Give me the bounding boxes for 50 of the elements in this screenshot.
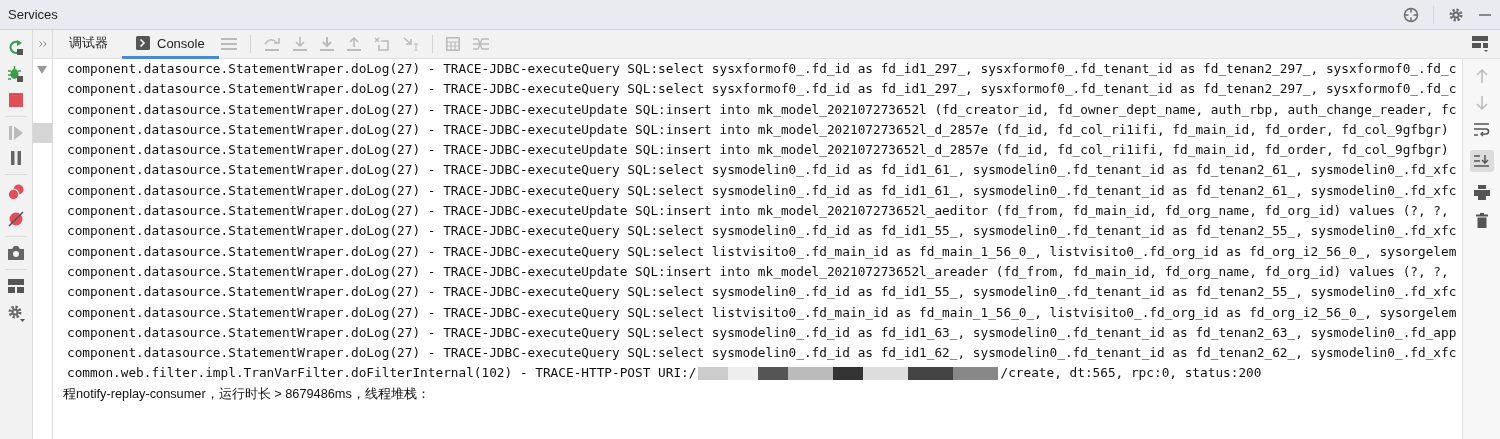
- expand-icon[interactable]: [38, 41, 47, 47]
- bug-icon[interactable]: [8, 66, 24, 82]
- calculator-icon[interactable]: [445, 37, 460, 51]
- log-line: component.datasource.StatementWraper.doLog(27) - TRACE-JDBC-executeUpdate SQL:insert into mk_model_202107273652l_d_2857e (fd_id, fd_col_ri1ifi, fd_main_id, fd_order, fd_col_9gfbgr): [66, 120, 1450, 139]
- log-line: component.datasource.StatementWraper.doLog(27) - TRACE-JDBC-executeQuery SQL:select listvisito0_.fd_main_id as fd_main_1_56_0_, listvisito0_.fd_org_id as fd_org_i2_56_0_, sysorgelem: [66, 242, 1458, 261]
- collapse-triangle-icon[interactable]: [37, 66, 47, 74]
- step-out-icon[interactable]: [346, 37, 361, 51]
- mute-breakpoints-icon[interactable]: [8, 211, 24, 227]
- camera-icon[interactable]: [8, 246, 24, 260]
- breakpoints-icon[interactable]: [8, 184, 24, 200]
- soft-wrap-icon[interactable]: [1473, 123, 1490, 137]
- settings-icon[interactable]: [1448, 6, 1464, 23]
- pause-icon[interactable]: [10, 151, 22, 165]
- tab[interactable]: Console: [122, 30, 219, 59]
- down-arrow-icon[interactable]: [1475, 96, 1488, 110]
- force-step-into-icon[interactable]: [319, 37, 334, 51]
- settings-icon[interactable]: [7, 304, 25, 322]
- scroll-to-end-toggle[interactable]: [1469, 150, 1494, 172]
- log-line: 程notify-replay-consumer，运行时长 > 8679486ms，线程堆栈：: [62, 384, 431, 403]
- log-line: component.datasource.StatementWraper.doLog(27) - TRACE-JDBC-executeQuery SQL:select sysmodelin0_.fd_id as fd_id1_62_, sysmodelin0_.fd_tenant_id as fd_tenan2_62_, sysmodelin0_.fd_xfc: [66, 344, 1458, 363]
- log-line: component.datasource.StatementWraper.doLog(27) - TRACE-JDBC-executeQuery SQL:select listvisito0_.fd_main_id as fd_main_1_56_0_, listvisito0_.fd_org_id as fd_org_i2_56_0_, sysorgelem: [66, 303, 1458, 322]
- log-line: component.datasource.StatementWraper.doLog(27) - TRACE-JDBC-executeQuery SQL:select sysmodelin0_.fd_id as fd_id1_61_, sysmodelin0_.fd_tenant_id as fd_tenan2_61_, sysmodelin0_.fd_xfc: [66, 181, 1458, 200]
- layout-icon[interactable]: [8, 279, 24, 293]
- list-icon[interactable]: [220, 38, 237, 50]
- tab[interactable]: 调试器: [55, 30, 122, 59]
- rerun-icon[interactable]: [8, 39, 24, 55]
- step-over-icon[interactable]: [263, 37, 280, 51]
- log-line: component.datasource.StatementWraper.doLog(27) - TRACE-JDBC-executeUpdate SQL:insert into mk_model_202107273652l_areader (fd_from, fd_main_id, fd_org_name, fd_org_id) values (?, ?,: [66, 262, 1450, 281]
- log-line: component.datasource.StatementWraper.doLog(27) - TRACE-JDBC-executeQuery SQL:select sysmodelin0_.fd_id as fd_id1_61_, sysmodelin0_.fd_tenant_id as fd_tenan2_61_, sysmodelin0_.fd_xfc: [66, 161, 1458, 180]
- log-line: common.web.filter.impl.TranVarFilter.doFilterInternal(102) - TRACE-HTTP-POST URI:/: [67, 364, 697, 383]
- log-line: component.datasource.StatementWraper.doLog(27) - TRACE-JDBC-executeQuery SQL:select sysxformof0_.fd_id as fd_id1_297_, sysxformof0_.fd_tenant_id as fd_tenan2_297_, sysxformof0_.fd_c: [66, 80, 1458, 99]
- log-line: component.datasource.StatementWraper.doLog(27) - TRACE-JDBC-executeUpdate SQL:insert into mk_model_202107273652l_d_2857e (fd_id, fd_col_ri1ifi, fd_main_id, fd_order, fd_col_9gfbgr): [66, 141, 1450, 160]
- log-line: /create, dt:565, rpc:0, status:200: [1000, 364, 1262, 383]
- resume-icon[interactable]: [9, 126, 23, 140]
- log-line: component.datasource.StatementWraper.doLog(27) - TRACE-JDBC-executeUpdate SQL:insert into mk_model_202107273652l_aeditor (fd_from, fd_main_id, fd_org_name, fd_org_id) values (?, ?,: [66, 202, 1450, 221]
- crosshair-icon[interactable]: [1403, 6, 1419, 23]
- log-line: component.datasource.StatementWraper.doLog(27) - TRACE-JDBC-executeQuery SQL:select sysmodelin0_.fd_id as fd_id1_63_, sysmodelin0_.fd_tenant_id as fd_tenan2_63_, sysmodelin0_.fd_app: [66, 323, 1458, 342]
- layout-icon[interactable]: [1472, 36, 1488, 52]
- drop-frame-icon[interactable]: [373, 37, 390, 51]
- print-icon[interactable]: [1473, 185, 1490, 200]
- log-line: component.datasource.StatementWraper.doLog(27) - TRACE-JDBC-executeQuery SQL:select sysmodelin0_.fd_id as fd_id1_55_, sysmodelin0_.fd_tenant_id as fd_tenan2_55_, sysmodelin0_.fd_xfc: [66, 222, 1458, 241]
- log-line: component.datasource.StatementWraper.doLog(27) - TRACE-JDBC-executeUpdate SQL:insert into mk_model_202107273652l (fd_creator_id, fd_owner_dept_name, auth_rbp, auth_change_reader, fc: [66, 100, 1458, 119]
- panel-title: Services: [8, 7, 59, 22]
- log-line: component.datasource.StatementWraper.doLog(27) - TRACE-JDBC-executeQuery SQL:select sysxformof0_.fd_id as fd_id1_297_, sysxformof0_.fd_tenant_id as fd_tenan2_297_, sysxformof0_.fd_c: [66, 60, 1458, 78]
- up-arrow-icon[interactable]: [1475, 69, 1488, 83]
- trash-icon[interactable]: [1475, 213, 1488, 228]
- stream-trace-icon[interactable]: [472, 37, 489, 51]
- step-into-icon[interactable]: [292, 37, 307, 51]
- log-line: component.datasource.StatementWraper.doLog(27) - TRACE-JDBC-executeQuery SQL:select sysmodelin0_.fd_id as fd_id1_55_, sysmodelin0_.fd_tenant_id as fd_tenan2_55_, sysmodelin0_.fd_xfc: [66, 283, 1458, 302]
- scroll-to-end-icon: [1473, 154, 1490, 168]
